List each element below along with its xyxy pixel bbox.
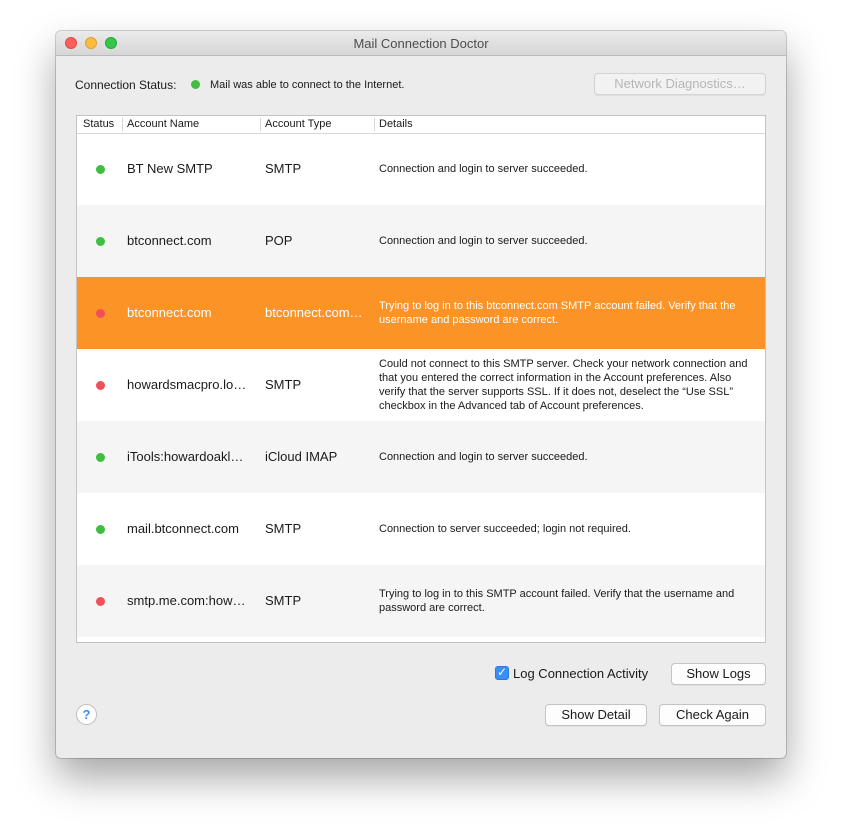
account-details: Connection and login to server succeeded…	[379, 235, 588, 247]
accounts-table[interactable]: Status Account Name Account Type Details…	[76, 115, 766, 643]
table-row-selected[interactable]: btconnect.com btconnect.com… Trying to l…	[77, 277, 765, 349]
account-type: SMTP	[265, 377, 302, 392]
connection-status-message: Mail was able to connect to the Internet…	[210, 79, 405, 91]
table-row[interactable]: smtp.me.com:how… SMTP Trying to log in t…	[77, 565, 765, 637]
table-row[interactable]: iTools:howardoakl… iCloud IMAP Connectio…	[77, 421, 765, 493]
status-indicator-icon	[96, 597, 105, 606]
account-details: Trying to log in to this btconnect.com S…	[379, 300, 736, 326]
table-row[interactable]: btconnect.com POP Connection and login t…	[77, 205, 765, 277]
status-indicator-icon	[96, 453, 105, 462]
account-name: btconnect.com	[127, 305, 212, 320]
log-connection-activity-checkbox[interactable]: ✓	[495, 665, 509, 680]
show-logs-button[interactable]: Show Logs	[671, 663, 766, 685]
status-indicator-icon	[96, 309, 105, 318]
account-type: SMTP	[265, 593, 302, 608]
table-row[interactable]: mail.btconnect.com SMTP Connection to se…	[77, 493, 765, 565]
account-name: mail.btconnect.com	[127, 521, 239, 536]
account-name: BT New SMTP	[127, 161, 213, 176]
column-header-account-name[interactable]: Account Name	[127, 118, 199, 130]
show-detail-button[interactable]: Show Detail	[545, 704, 647, 726]
account-type: btconnect.com…	[265, 305, 363, 320]
account-details: Connection to server succeeded; login no…	[379, 523, 631, 535]
account-type: POP	[265, 233, 293, 248]
title-bar[interactable]: Mail Connection Doctor	[56, 31, 786, 56]
column-header-status[interactable]: Status	[83, 118, 114, 130]
column-header-account-type[interactable]: Account Type	[265, 118, 331, 130]
log-connection-activity-label[interactable]: Log Connection Activity	[513, 666, 648, 681]
connection-status-indicator-icon	[191, 80, 200, 89]
account-details: Connection and login to server succeeded…	[379, 451, 588, 463]
table-row[interactable]: howardsmacpro.lo… SMTP Could not connect…	[77, 349, 765, 421]
account-name: smtp.me.com:how…	[127, 593, 246, 608]
window-title: Mail Connection Doctor	[353, 36, 489, 51]
column-header-details[interactable]: Details	[379, 118, 413, 130]
help-button[interactable]: ?	[76, 704, 97, 725]
account-name: btconnect.com	[127, 233, 212, 248]
check-again-button[interactable]: Check Again	[659, 704, 766, 726]
status-indicator-icon	[96, 525, 105, 534]
account-details: Connection and login to server succeeded…	[379, 163, 588, 175]
account-name: howardsmacpro.lo…	[127, 377, 247, 392]
status-indicator-icon	[96, 165, 105, 174]
table-header: Status Account Name Account Type Details	[77, 116, 765, 134]
account-type: iCloud IMAP	[265, 449, 338, 464]
account-type: SMTP	[265, 521, 302, 536]
column-divider	[260, 118, 261, 131]
account-details: Trying to log in to this SMTP account fa…	[379, 588, 735, 614]
account-name: iTools:howardoakl…	[127, 449, 244, 464]
network-diagnostics-button[interactable]: Network Diagnostics…	[594, 73, 766, 95]
connection-status-label: Connection Status:	[75, 78, 177, 92]
checkmark-icon: ✓	[497, 665, 508, 679]
status-indicator-icon	[96, 237, 105, 246]
column-divider	[374, 118, 375, 131]
mail-connection-doctor-window: Mail Connection Doctor Connection Status…	[56, 31, 786, 758]
table-row[interactable]: BT New SMTP SMTP Connection and login to…	[77, 133, 765, 205]
account-type: SMTP	[265, 161, 302, 176]
column-divider	[122, 118, 123, 131]
account-details: Could not connect to this SMTP server. C…	[379, 358, 748, 412]
status-indicator-icon	[96, 381, 105, 390]
